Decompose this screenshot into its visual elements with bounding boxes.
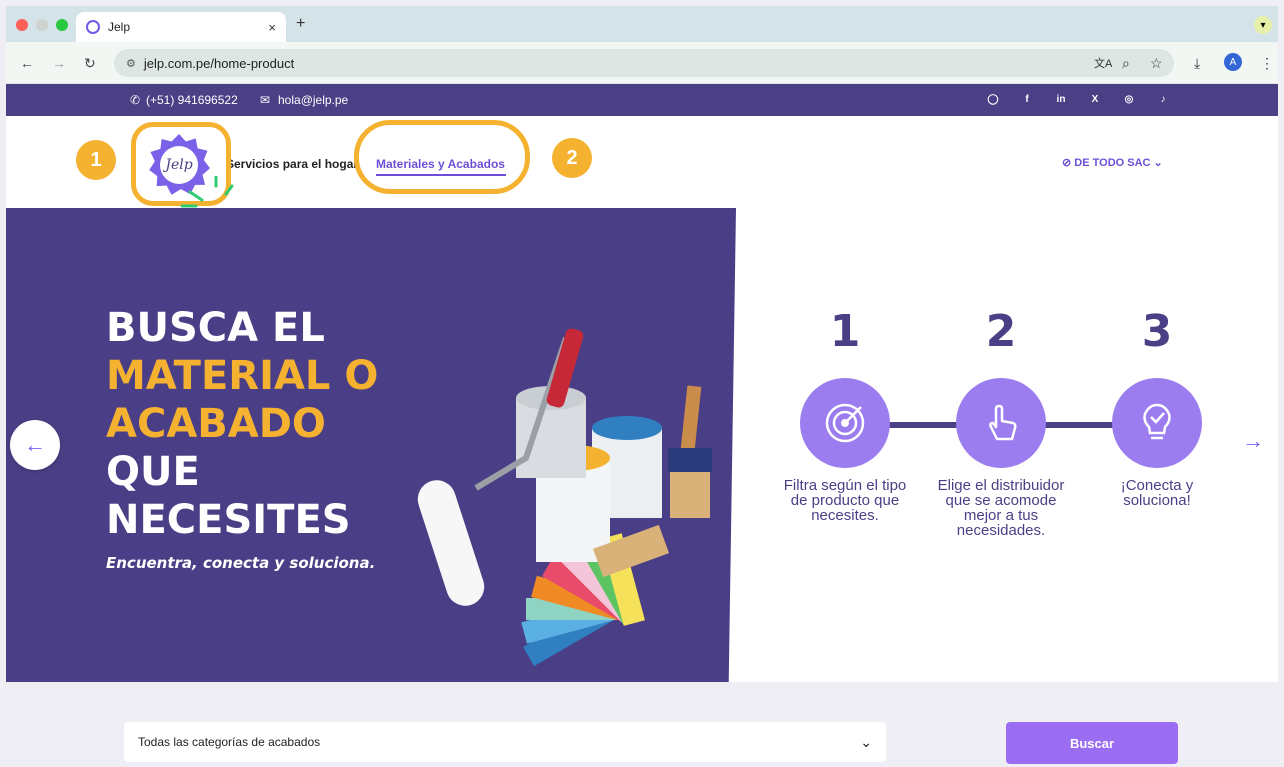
bookmark-star-icon[interactable]: ☆ (1150, 55, 1163, 72)
hero-carousel: BUSCA EL MATERIAL O ACABADO QUE NECESITE… (6, 208, 1278, 682)
phone-number[interactable]: (+51) 941696522 (146, 93, 238, 107)
linkedin-icon[interactable]: in (1054, 92, 1068, 106)
tab-search-chevron-icon[interactable]: ▾ (1254, 16, 1272, 34)
facebook-icon[interactable]: f (1020, 92, 1034, 106)
tiktok-icon[interactable]: ♪ (1156, 92, 1170, 106)
step-2: 2 Elige el distribuidor que se acomode m… (936, 306, 1066, 538)
new-tab-button[interactable]: + (296, 15, 305, 33)
email-address[interactable]: hola@jelp.pe (278, 93, 348, 107)
browser-window: Jelp × + ▾ ← → ↻ ⚙ jelp.com.pe/home-prod… (6, 6, 1278, 767)
lightbulb-check-icon (1112, 378, 1202, 468)
tab-title: Jelp (108, 20, 131, 34)
headline-line-3: ACABADO (106, 401, 326, 447)
step-badge-1: 1 (76, 140, 116, 180)
nav-highlight-ring (354, 120, 530, 194)
site-settings-icon[interactable]: ⚙ (126, 57, 136, 70)
address-bar[interactable]: ⚙ jelp.com.pe/home-product (114, 49, 1174, 77)
paint-supplies-illustration (417, 328, 712, 667)
minimize-window-button[interactable] (36, 19, 48, 31)
social-links: ◯ f in X ◎ ♪ (986, 92, 1170, 106)
browser-tab[interactable]: Jelp × (76, 12, 286, 42)
favicon-icon (86, 20, 100, 34)
step-1: 1 Filtra según el tipo de producto que n… (780, 306, 910, 523)
tap-hand-icon (956, 378, 1046, 468)
carousel-prev-button[interactable]: ← (10, 420, 60, 470)
target-icon (800, 378, 890, 468)
company-name: DE TODO SAC (1074, 157, 1151, 169)
hero-headline: BUSCA EL MATERIAL O ACABADO QUE NECESITE… (106, 304, 378, 544)
x-icon[interactable]: X (1088, 92, 1102, 106)
category-select-value: Todas las categorías de acabados (138, 735, 321, 749)
headline-line-5: NECESITES (106, 497, 351, 543)
download-icon[interactable]: ⤓ (1194, 55, 1200, 72)
hero-tagline: Encuentra, conecta y soluciona. (106, 554, 376, 572)
tab-bar: Jelp × + ▾ (6, 6, 1278, 42)
search-section: Todas las categorías de acabados ⌄ Busca… (6, 682, 1278, 767)
url-text: jelp.com.pe/home-product (143, 55, 295, 71)
search-button[interactable]: Buscar (1006, 722, 1178, 764)
step-number: 2 (985, 306, 1017, 357)
step-number: 3 (1141, 306, 1173, 357)
close-tab-icon[interactable]: × (268, 20, 276, 35)
chevron-down-icon: ⌄ (860, 733, 872, 750)
step-number: 1 (829, 306, 861, 357)
headline-line-4: QUE (106, 449, 200, 495)
profile-avatar[interactable]: A (1224, 53, 1242, 71)
translate-icon[interactable]: 文A (1094, 55, 1112, 71)
phone-icon: ✆ (130, 93, 141, 107)
category-select[interactable]: Todas las categorías de acabados ⌄ (124, 722, 886, 762)
reload-icon[interactable]: ↻ (84, 55, 96, 72)
headline-line-2: MATERIAL O (106, 353, 379, 399)
close-window-button[interactable] (16, 19, 28, 31)
whatsapp-icon[interactable]: ◯ (986, 92, 1000, 106)
window-controls (16, 19, 68, 31)
site-contact-bar: ✆ (+51) 941696522 ✉ hola@jelp.pe ◯ f in … (6, 84, 1278, 116)
nav-servicios-hogar[interactable]: Servicios para el hogar (226, 157, 358, 171)
carousel-next-button[interactable]: → (1242, 428, 1264, 454)
instagram-icon[interactable]: ◎ (1122, 92, 1136, 106)
step-text: Filtra según el tipo de producto que nec… (783, 477, 907, 524)
step-text: Elige el distribuidor que se acomode mej… (937, 477, 1065, 539)
headline-line-1: BUSCA EL (106, 305, 325, 351)
zoom-icon[interactable]: ⌕ (1122, 55, 1130, 72)
step-badge-2: 2 (552, 138, 592, 178)
forward-arrow-icon[interactable]: → (52, 55, 66, 71)
step-3: 3 ¡Conecta y soluciona! (1092, 306, 1222, 508)
mail-icon: ✉ (260, 93, 271, 107)
step-text: ¡Conecta y soluciona! (1120, 477, 1194, 509)
menu-kebab-icon[interactable]: ⋮ (1260, 55, 1274, 72)
browser-toolbar: ← → ↻ ⚙ jelp.com.pe/home-product 文A ⌕ ☆ … (6, 42, 1278, 84)
back-arrow-icon[interactable]: ← (20, 55, 34, 71)
company-selector[interactable]: ⊘ DE TODO SAC ⌄ (1062, 156, 1163, 169)
maximize-window-button[interactable] (56, 19, 68, 31)
